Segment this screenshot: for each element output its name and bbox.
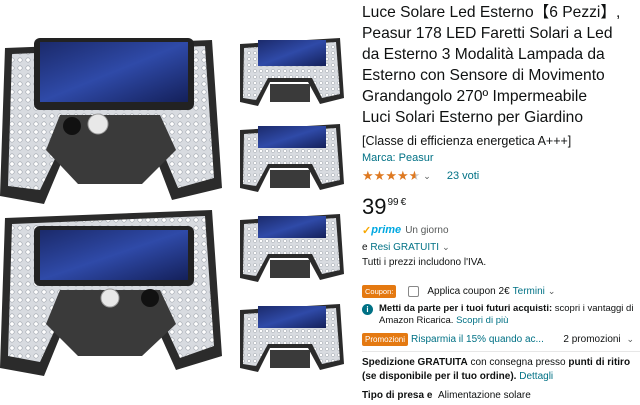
coupon-badge: Coupon: <box>362 285 397 298</box>
ricarica-info: i Metti da parte per i tuoi futuri acqui… <box>362 303 640 327</box>
price: 39 99 € <box>362 195 640 221</box>
vat-note: Tutti i prezzi includono l'IVA. <box>362 257 487 268</box>
title-line: Luci Solari Esterno per Giardino <box>362 109 584 126</box>
returns-prefix: e <box>362 241 368 253</box>
shipping-details-link[interactable]: Dettagli <box>519 371 553 382</box>
coupon-checkbox[interactable] <box>408 286 420 297</box>
chevron-down-icon: ⌄ <box>626 333 634 344</box>
promo-row: Promozioni Risparmia il 15% quando ac...… <box>362 331 640 347</box>
brand-link[interactable]: Marca: Peasur <box>362 151 640 165</box>
coupon-terms-link[interactable]: Termini <box>513 286 545 297</box>
lamp-small-3 <box>240 214 344 282</box>
title-line: Esterno con Sensore di Movimento <box>362 67 605 84</box>
product-image-gallery[interactable] <box>0 0 360 400</box>
rating-stars[interactable]: ★ ★ ★ ★ ★ <box>362 169 420 183</box>
lamp-small-2 <box>240 124 344 192</box>
chevron-down-icon[interactable]: ⌄ <box>548 286 556 297</box>
star-icon: ★ <box>373 168 386 183</box>
shipping-text: con consegna presso <box>470 357 566 368</box>
chevron-down-icon[interactable]: ⌄ <box>423 171 431 182</box>
title-line: Grandangolo 270º Impermeabile <box>362 88 588 105</box>
divider <box>362 351 640 352</box>
lamp-large-2 <box>0 210 222 376</box>
spec-value: Alimentazione solare <box>438 390 531 400</box>
returns-row: e Resi GRATUITI ⌄ <box>362 240 640 254</box>
spec-row: Tipo di presa e Alimentazione solare <box>362 390 640 400</box>
promo-link[interactable]: Risparmia il 15% quando ac... <box>411 334 544 345</box>
ricarica-text: Metti da parte per i tuoi futuri acquist… <box>379 303 640 327</box>
product-title: Luce Solare Led Esterno【6 Pezzi】, Peasur… <box>362 2 640 128</box>
price-whole: 39 <box>362 194 387 219</box>
title-line: Peasur 178 LED Faretti Solari a Led <box>362 25 613 42</box>
product-details: Luce Solare Led Esterno【6 Pezzi】, Peasur… <box>362 0 640 400</box>
price-currency: € <box>400 197 407 208</box>
prime-delivery: Un giorno <box>405 224 449 236</box>
info-icon: i <box>362 304 373 315</box>
price-decimal: 99 <box>387 197 399 208</box>
lamp-small-4 <box>240 304 344 372</box>
ricarica-bold: Metti da parte per i tuoi futuri acquist… <box>379 303 553 314</box>
returns-link[interactable]: Resi GRATUITI <box>370 242 439 253</box>
promo-badge: Promozioni <box>362 332 409 346</box>
star-icon: ★ <box>396 168 409 183</box>
prime-row: ✓ prime Un giorno <box>362 223 640 237</box>
prime-logo: prime <box>371 224 402 236</box>
reviews-link[interactable]: 23 voti <box>447 170 479 182</box>
star-icon: ★ <box>385 168 397 183</box>
lamp-small-1 <box>240 38 344 106</box>
coupon-row: Coupon: Applica coupon 2€ Termini ⌄ <box>362 283 640 300</box>
shipping-bold2: punti di ritiro <box>568 357 631 368</box>
shipping-bold3: (se disponibile per il tuo ordine). <box>362 371 517 382</box>
lamp-large-1 <box>0 38 222 204</box>
ricarica-link[interactable]: Scopri di più <box>456 315 508 326</box>
promo-count-text: 2 promozioni <box>563 333 621 345</box>
shipping-info: Spedizione GRATUITA con consegna presso … <box>362 356 640 384</box>
spec-key: Tipo di presa e <box>362 390 433 400</box>
title-line: Luce Solare Led Esterno【6 Pezzi】, <box>362 4 621 21</box>
solar-lights-image[interactable] <box>0 0 360 400</box>
promo-count[interactable]: 2 promozioni ⌄ <box>563 334 634 345</box>
chevron-down-icon[interactable]: ⌄ <box>442 242 450 253</box>
star-icon: ★ <box>362 168 374 183</box>
star-half-icon: ★ <box>408 168 421 183</box>
title-line: da Esterno 3 Modalità Lampada da <box>362 46 605 63</box>
coupon-label[interactable]: Applica coupon 2€ <box>427 286 509 297</box>
shipping-bold: Spedizione GRATUITA <box>362 357 468 368</box>
check-icon: ✓ <box>362 224 372 237</box>
energy-class-link[interactable]: [Classe di efficienza energetica A+++] <box>362 132 640 150</box>
rating-row[interactable]: ★ ★ ★ ★ ★ ⌄ 23 voti <box>362 167 640 185</box>
